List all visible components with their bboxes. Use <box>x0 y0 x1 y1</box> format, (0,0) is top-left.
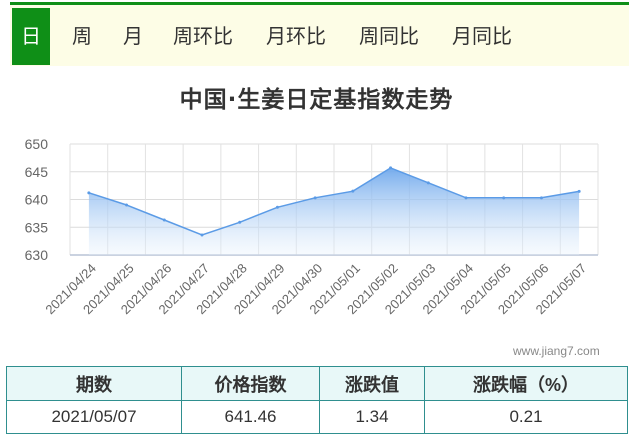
x-axis-ticks: 2021/04/242021/04/252021/04/262021/04/27… <box>42 261 589 318</box>
data-point <box>351 189 355 193</box>
table-row: 2021/05/07 641.46 1.34 0.21 <box>6 400 628 434</box>
cell-price-index: 641.46 <box>181 400 320 434</box>
data-point <box>313 196 317 200</box>
y-tick-label: 635 <box>25 219 49 235</box>
table-header-row: 期数 价格指数 涨跌值 涨跌幅（%） <box>6 366 628 401</box>
data-point <box>577 189 581 193</box>
data-point <box>389 166 393 170</box>
period-tabbar: 日 周 月 周环比 月环比 周同比 月同比 <box>10 2 629 66</box>
y-tick-label: 630 <box>25 247 49 263</box>
data-point <box>87 191 91 195</box>
watermark: www.jiang7.com <box>513 344 600 358</box>
y-tick-label: 650 <box>25 136 49 152</box>
tab-month[interactable]: 月 <box>123 8 143 65</box>
chart-title: 中国·生姜日定基指数走势 <box>179 87 454 113</box>
tab-week-year-over-year[interactable]: 周同比 <box>359 8 419 65</box>
cell-change-percent: 0.21 <box>424 400 628 434</box>
data-point <box>464 196 468 200</box>
data-point <box>238 220 242 224</box>
cell-change-value: 1.34 <box>319 400 425 434</box>
data-point <box>275 205 279 209</box>
header-price-index: 价格指数 <box>181 366 320 401</box>
header-change-percent: 涨跌幅（%） <box>424 366 628 401</box>
y-axis-ticks: 630 635 640 645 650 <box>25 136 49 263</box>
data-point <box>426 181 430 185</box>
data-point <box>502 196 506 200</box>
tab-week-over-week[interactable]: 周环比 <box>173 8 233 65</box>
index-area-chart: 630 635 640 645 650 2021/04/242021/04/252021… <box>25 136 599 318</box>
tab-month-year-over-year[interactable]: 月同比 <box>452 8 512 65</box>
data-point <box>539 196 543 200</box>
y-tick-label: 645 <box>25 164 49 180</box>
header-period: 期数 <box>6 366 182 401</box>
index-table: 期数 价格指数 涨跌值 涨跌幅（%） 2021/05/07 641.46 1.3… <box>6 366 628 434</box>
data-point <box>162 218 166 222</box>
data-point <box>200 233 204 237</box>
header-change-value: 涨跌值 <box>319 366 425 401</box>
tab-week[interactable]: 周 <box>72 8 92 65</box>
y-tick-label: 640 <box>25 192 49 208</box>
tab-day[interactable]: 日 <box>12 8 50 65</box>
cell-period: 2021/05/07 <box>6 400 182 434</box>
tab-month-over-month[interactable]: 月环比 <box>266 8 326 65</box>
data-point <box>125 203 129 207</box>
